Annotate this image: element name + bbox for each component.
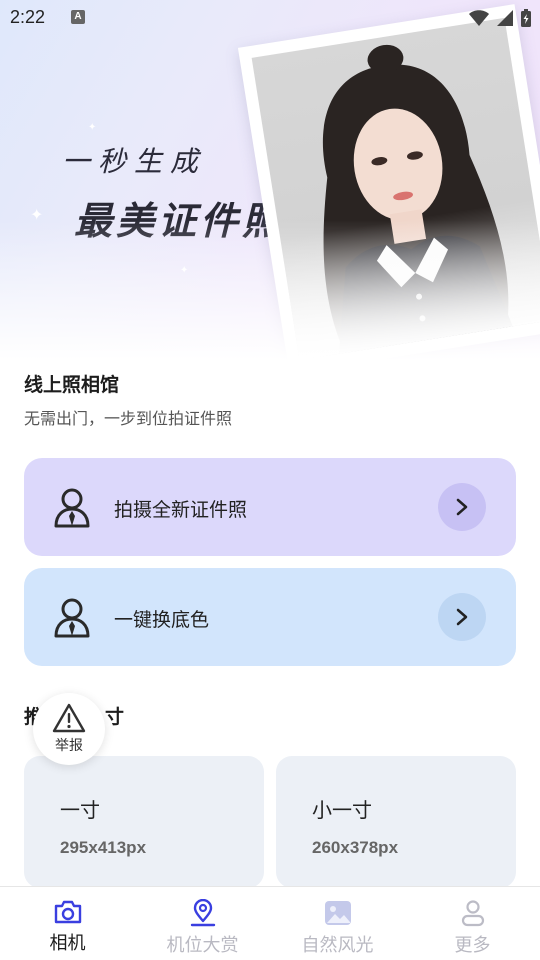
change-background-arrow[interactable] <box>438 593 486 641</box>
nav-label: 相机 <box>49 933 86 954</box>
camera-icon <box>54 900 81 924</box>
signal-icon <box>497 10 513 26</box>
person-icon <box>461 900 484 927</box>
wifi-icon <box>469 10 489 26</box>
person-icon <box>54 488 90 528</box>
chevron-right-icon <box>456 608 468 626</box>
nav-label: 自然风光 <box>301 935 374 956</box>
sparkle-icon: ✦ <box>88 122 97 133</box>
take-new-id-photo-label: 拍摄全新证件照 <box>114 499 248 521</box>
nav-label: 更多 <box>454 935 491 956</box>
nav-label: 机位大赏 <box>166 935 239 956</box>
hero-fade <box>0 220 540 360</box>
person-icon <box>54 598 90 638</box>
change-background-label: 一键换底色 <box>114 609 210 631</box>
location-pin-icon <box>190 899 215 927</box>
hero-tagline: 一秒生成 <box>62 145 207 178</box>
chevron-right-icon <box>456 498 468 516</box>
battery-icon <box>521 9 531 27</box>
size-dimensions: 295x413px <box>60 838 147 857</box>
nav-item-more[interactable]: 更多 <box>405 887 540 960</box>
size-dimensions: 260x378px <box>312 838 399 857</box>
change-background-card[interactable]: 一键换底色 <box>24 568 516 666</box>
take-new-id-photo-arrow[interactable] <box>438 483 486 531</box>
section-title: 线上照相馆 <box>24 374 120 396</box>
size-name: 一寸 <box>60 798 100 822</box>
hero-banner: ✦ ✦ ✦ 一秒生成 最美证件照 <box>0 0 540 360</box>
status-bar: 2:22 A <box>0 0 540 36</box>
size-card-small-one-inch[interactable]: 小一寸 260x378px <box>276 756 516 888</box>
size-name: 小一寸 <box>312 798 372 822</box>
section2-title-end: 寸 <box>105 706 125 728</box>
bottom-nav: 相机 机位大赏 自然风光 更多 <box>0 886 540 960</box>
system-icons <box>468 8 532 28</box>
size-card-one-inch[interactable]: 一寸 295x413px <box>24 756 264 888</box>
warning-icon <box>52 703 86 733</box>
status-time: 2:22 <box>10 7 46 27</box>
notification-a-icon: A <box>71 10 85 24</box>
image-icon <box>324 901 351 925</box>
report-label: 举报 <box>55 738 83 754</box>
nav-item-scenery[interactable]: 自然风光 <box>270 887 405 960</box>
nav-item-spots[interactable]: 机位大赏 <box>135 887 270 960</box>
section-subtitle: 无需出门，一步到位拍证件照 <box>24 409 233 428</box>
nav-item-camera[interactable]: 相机 <box>0 887 135 960</box>
report-button[interactable]: 举报 <box>33 693 105 765</box>
take-new-id-photo-card[interactable]: 拍摄全新证件照 <box>24 458 516 556</box>
